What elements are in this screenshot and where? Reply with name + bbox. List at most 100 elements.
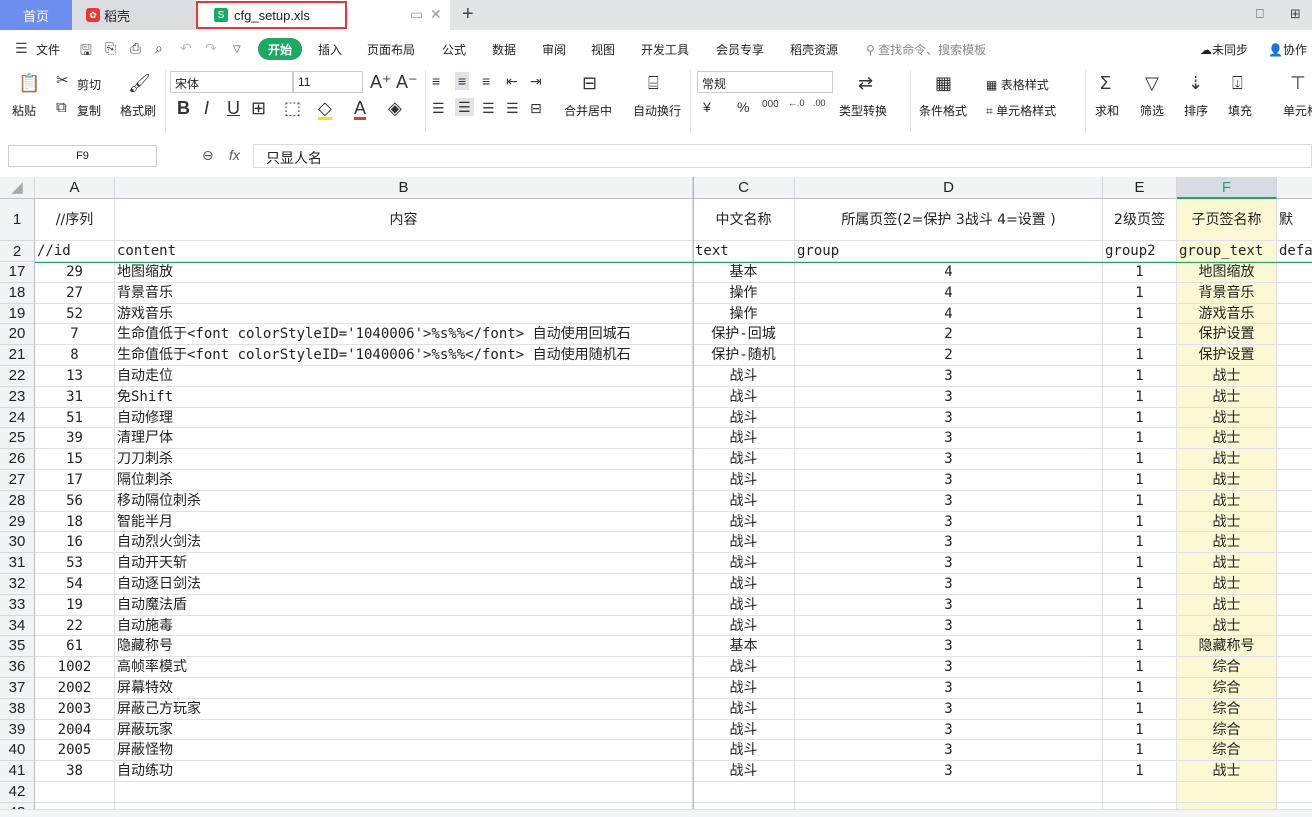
table-cell[interactable]: 战士 (1177, 553, 1277, 574)
table-cell[interactable] (1277, 366, 1312, 387)
table-cell[interactable]: 4 (795, 303, 1103, 325)
table-cell[interactable]: 屏蔽怪物 (115, 740, 693, 762)
cut-button[interactable]: 剪切 (77, 76, 101, 93)
table-cell[interactable]: 1002 (35, 657, 115, 678)
table-cell[interactable]: 3 (795, 698, 1103, 720)
pin-icon[interactable]: ▭ (410, 6, 423, 23)
menu-insert[interactable]: 插入 (318, 41, 342, 58)
empty-cell[interactable] (115, 782, 693, 803)
row-header[interactable]: 29 (0, 511, 35, 533)
table-cell[interactable]: 战斗 (693, 449, 795, 470)
table-cell[interactable]: 战斗 (693, 574, 795, 595)
table-cell[interactable]: 生命值低于<font colorStyleID='1040006'>%s%%</… (115, 324, 693, 346)
header-cell[interactable]: 所属页签(2=保护 3战斗 4=设置 ) (795, 199, 1103, 241)
fill-button[interactable]: 填充 (1228, 102, 1252, 119)
table-cell[interactable]: 战士 (1177, 366, 1277, 387)
align-center-icon[interactable]: ☰ (455, 98, 474, 116)
select-all-button[interactable]: ◢ (0, 177, 35, 199)
row-header[interactable]: 20 (0, 324, 35, 346)
table-cell[interactable] (1277, 657, 1312, 678)
table-cell[interactable]: 地图缩放 (115, 262, 693, 283)
table-cell[interactable]: 战斗 (693, 532, 795, 554)
menu-review[interactable]: 审阅 (542, 41, 566, 58)
spreadsheet-grid[interactable]: ◢ A B C D E F 1//序列 内容 中文名称 所属页签(2=保护 3战斗 4=设置 ) 2级… (0, 177, 1312, 817)
row-header[interactable]: 26 (0, 449, 35, 470)
table-cell[interactable]: 2004 (35, 719, 115, 741)
currency-icon[interactable]: ¥ (703, 100, 711, 114)
empty-cell[interactable] (35, 782, 115, 803)
table-cell[interactable]: 自动魔法盾 (115, 594, 693, 616)
table-cell[interactable]: 自动施毒 (115, 615, 693, 637)
table-cell[interactable]: 1 (1103, 282, 1177, 304)
table-cell[interactable]: 保护设置 (1177, 324, 1277, 346)
table-cell[interactable]: 3 (795, 761, 1103, 782)
sum-button[interactable]: 求和 (1095, 102, 1119, 119)
row-header[interactable]: 31 (0, 553, 35, 574)
cell-button[interactable]: 单元格 (1283, 102, 1312, 119)
table-cell[interactable]: 战士 (1177, 511, 1277, 533)
table-cell[interactable] (1277, 262, 1312, 283)
table-cell[interactable]: 19 (35, 594, 115, 616)
table-cell[interactable]: 操作 (693, 303, 795, 325)
empty-cell[interactable] (1103, 782, 1177, 803)
table-cell[interactable]: 地图缩放 (1177, 262, 1277, 283)
grid-apps-icon[interactable]: ⊞ (1290, 6, 1301, 22)
menu-daoke-resources[interactable]: 稻壳资源 (790, 41, 838, 58)
table-cell[interactable]: 游戏音乐 (1177, 303, 1277, 325)
align-middle-icon[interactable]: ≡ (455, 72, 470, 90)
table-cell[interactable]: 背景音乐 (1177, 282, 1277, 304)
table-cell[interactable]: 隐藏称号 (1177, 636, 1277, 658)
table-style-button[interactable]: ▦ 表格样式 (986, 76, 1049, 93)
table-cell[interactable]: 战士 (1177, 615, 1277, 637)
table-cell[interactable]: 1 (1103, 532, 1177, 554)
menu-formula[interactable]: 公式 (442, 41, 466, 58)
table-cell[interactable]: 战士 (1177, 761, 1277, 782)
table-cell[interactable]: 56 (35, 490, 115, 512)
table-cell[interactable]: 3 (795, 532, 1103, 554)
table-cell[interactable]: 隔位刺杀 (115, 470, 693, 491)
table-cell[interactable]: 7 (35, 324, 115, 346)
row-header[interactable]: 38 (0, 698, 35, 720)
conditional-format-button[interactable]: 条件格式 (919, 102, 967, 119)
row-header[interactable]: 36 (0, 657, 35, 678)
table-cell[interactable]: 综合 (1177, 719, 1277, 741)
wrap-text-button[interactable]: 自动换行 (633, 102, 681, 119)
bold-icon[interactable]: B (177, 99, 190, 117)
table-cell[interactable]: 保护设置 (1177, 345, 1277, 366)
field-cell[interactable]: //id (35, 241, 115, 262)
table-cell[interactable]: 3 (795, 740, 1103, 762)
row-header[interactable]: 33 (0, 594, 35, 616)
save-icon[interactable]: 🖫 (80, 40, 92, 64)
table-cell[interactable]: 3 (795, 428, 1103, 450)
table-cell[interactable]: 战斗 (693, 698, 795, 720)
table-cell[interactable]: 保护-随机 (693, 345, 795, 366)
table-cell[interactable]: 17 (35, 470, 115, 491)
column-header-B[interactable]: B (115, 177, 693, 199)
empty-cell[interactable] (1177, 782, 1277, 803)
table-cell[interactable] (1277, 304, 1312, 325)
table-cell[interactable]: 战士 (1177, 574, 1277, 595)
align-left-icon[interactable]: ☰ (432, 101, 445, 115)
table-cell[interactable]: 基本 (693, 262, 795, 283)
table-cell[interactable]: 隐藏称号 (115, 636, 693, 658)
clear-format-icon[interactable]: ◈ (388, 99, 402, 117)
header-cell[interactable]: 中文名称 (693, 199, 795, 241)
table-cell[interactable]: 1 (1103, 407, 1177, 429)
table-cell[interactable]: 1 (1103, 428, 1177, 450)
close-tab-icon[interactable]: ✕ (430, 6, 442, 23)
table-cell[interactable]: 4 (795, 282, 1103, 304)
preview-icon[interactable]: ⌕ (155, 40, 163, 57)
table-cell[interactable]: 18 (35, 511, 115, 533)
table-cell[interactable]: 52 (35, 303, 115, 325)
cell-style-button[interactable]: ⌗ 单元格样式 (986, 102, 1056, 119)
row-header[interactable]: 2 (0, 241, 35, 262)
table-cell[interactable]: 1 (1103, 386, 1177, 408)
table-cell[interactable] (1277, 470, 1312, 491)
table-cell[interactable]: 1 (1103, 678, 1177, 699)
table-cell[interactable]: 29 (35, 262, 115, 283)
row-header[interactable]: 34 (0, 615, 35, 637)
table-cell[interactable]: 1 (1103, 594, 1177, 616)
table-cell[interactable] (1277, 720, 1312, 741)
table-cell[interactable] (1277, 345, 1312, 366)
cell-fill-icon[interactable]: ⬚ (284, 99, 301, 117)
